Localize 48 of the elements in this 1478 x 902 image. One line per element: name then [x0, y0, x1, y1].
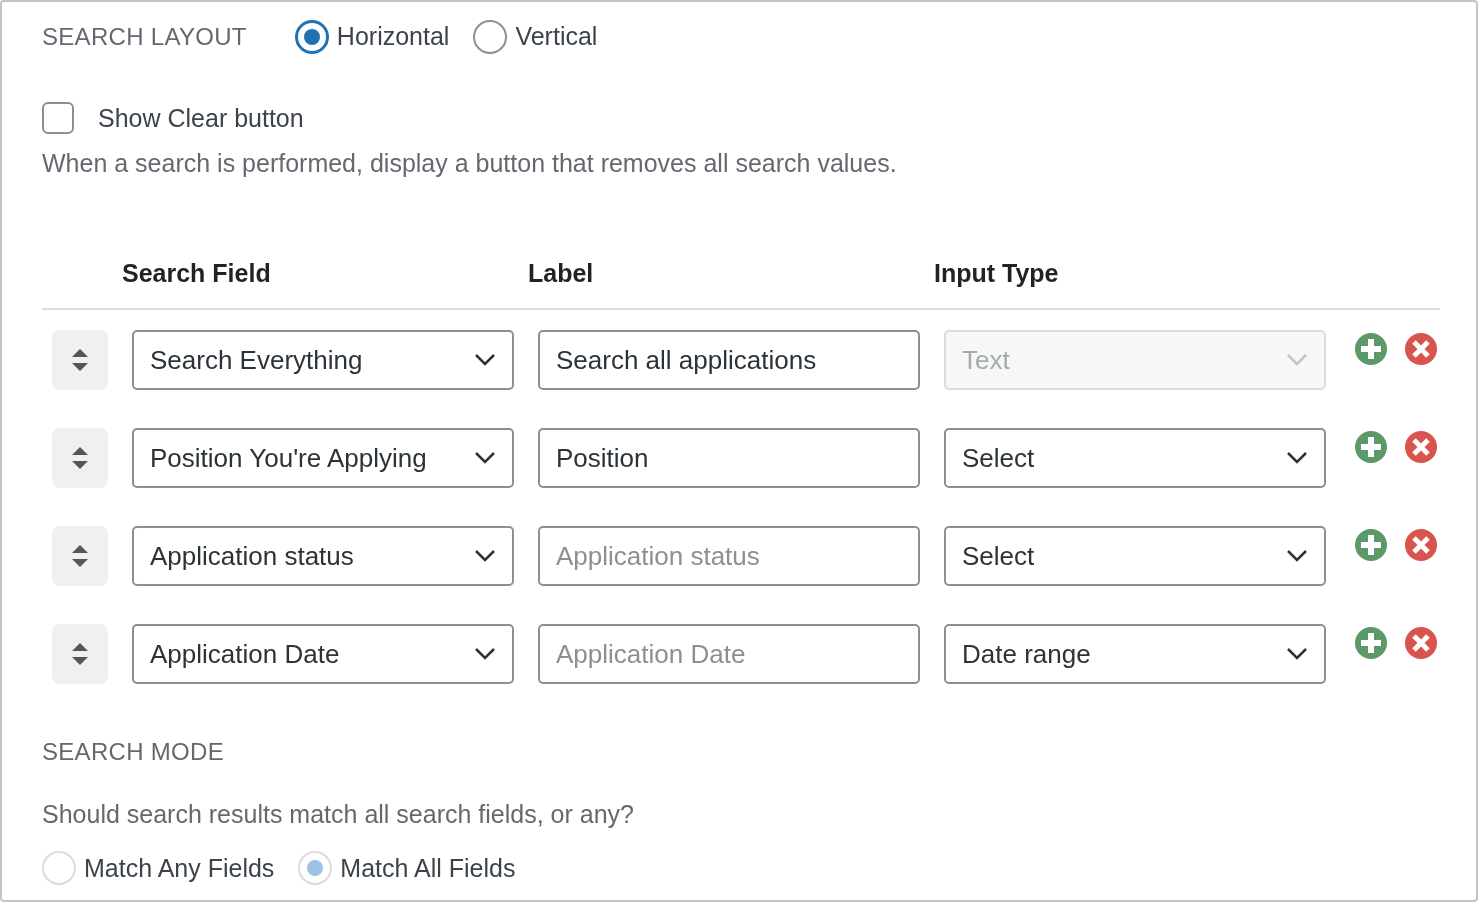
label-input[interactable]: Position — [538, 428, 920, 488]
chevron-icon — [474, 647, 496, 661]
chevron-icon — [474, 451, 496, 465]
chevron-icon — [1286, 549, 1308, 563]
chevron-icon — [474, 549, 496, 563]
field-dropdown[interactable]: Application Date — [132, 624, 514, 684]
remove-icon[interactable] — [1404, 332, 1438, 366]
remove-icon[interactable] — [1404, 528, 1438, 562]
input-type-dropdown[interactable]: Date range — [944, 624, 1326, 684]
checkbox[interactable] — [42, 102, 74, 135]
section-title: SEARCH LAYOUT — [42, 21, 247, 52]
radio-label[interactable]: Horizontal — [336, 18, 450, 56]
checkbox-label[interactable]: Show Clear button — [98, 99, 304, 137]
field-dropdown[interactable]: Search Everything — [132, 330, 514, 390]
drag-handle[interactable] — [52, 526, 108, 586]
sort-arrows-icon — [71, 544, 89, 568]
chevron-icon — [1286, 353, 1308, 367]
label-input[interactable]: Application Date — [538, 624, 920, 684]
chevron-icon — [474, 353, 496, 367]
radio-button[interactable] — [294, 19, 329, 54]
description: Should search results match all search fields, or any? — [42, 799, 635, 830]
chevron-icon — [1286, 451, 1308, 465]
drag-handle[interactable] — [52, 330, 108, 390]
remove-icon[interactable] — [1404, 626, 1438, 660]
label-input[interactable]: Search all applications — [538, 330, 920, 390]
column-header: Input Type — [934, 257, 1060, 289]
add-icon[interactable] — [1354, 332, 1388, 366]
input-type-dropdown[interactable]: Select — [944, 526, 1326, 586]
add-icon[interactable] — [1354, 528, 1388, 562]
field-dropdown[interactable]: Position You're Applying — [132, 428, 514, 488]
description: When a search is performed, display a button that removes all search values. — [42, 148, 898, 179]
sort-arrows-icon — [71, 446, 89, 470]
field-dropdown[interactable]: Application status — [132, 526, 514, 586]
label-input[interactable]: Application status — [538, 526, 920, 586]
section-title: SEARCH MODE — [42, 737, 225, 767]
chevron-icon — [1286, 647, 1308, 661]
sort-arrows-icon — [71, 642, 89, 666]
radio-button[interactable] — [473, 19, 508, 54]
drag-handle[interactable] — [52, 624, 108, 684]
column-header: Label — [528, 257, 595, 289]
remove-icon[interactable] — [1404, 430, 1438, 464]
add-icon[interactable] — [1354, 626, 1388, 660]
radio-label[interactable]: Vertical — [515, 18, 598, 56]
drag-handle[interactable] — [52, 428, 108, 488]
sort-arrows-icon — [71, 348, 89, 372]
column-header: Search Field — [122, 257, 272, 289]
add-icon[interactable] — [1354, 430, 1388, 464]
input-type-dropdown[interactable]: Select — [944, 428, 1326, 488]
